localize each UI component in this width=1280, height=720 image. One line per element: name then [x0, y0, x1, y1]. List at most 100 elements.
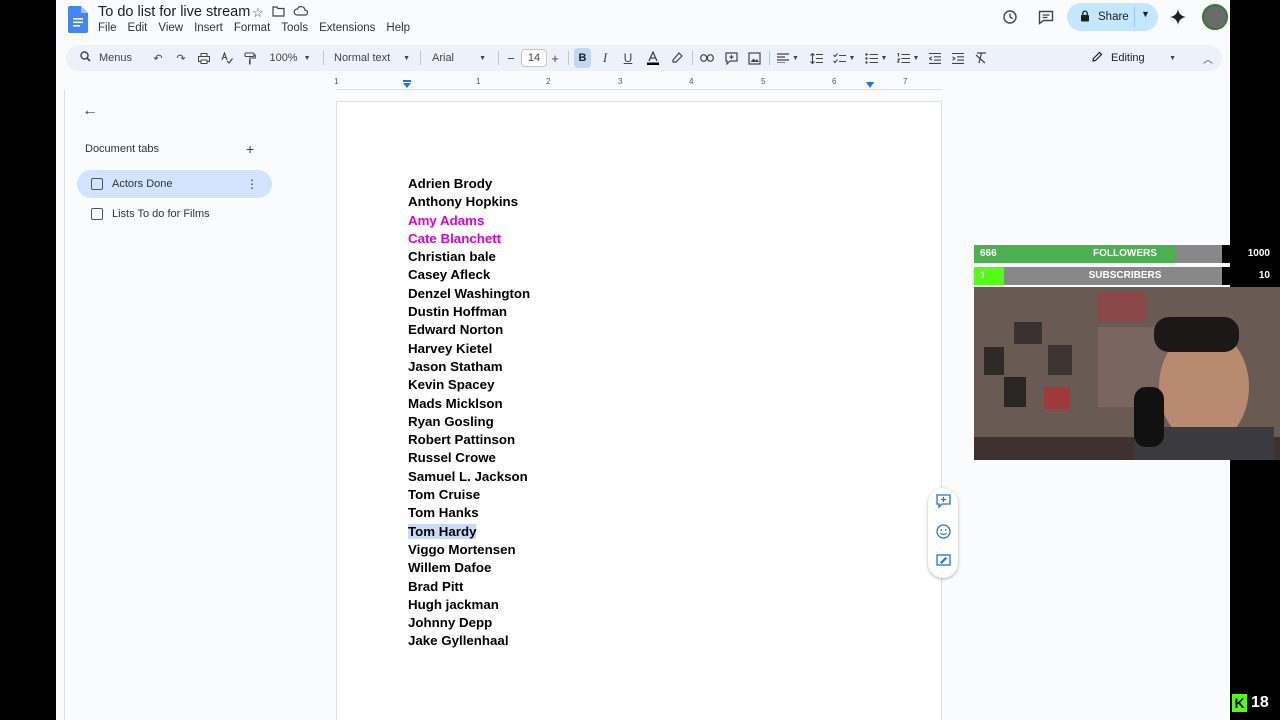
menu-tools[interactable]: Tools	[281, 22, 308, 34]
actor-list-item[interactable]: Anthony Hopkins	[408, 193, 530, 211]
menu-insert[interactable]: Insert	[194, 22, 223, 34]
numbered-list-menu[interactable]: ▼	[894, 45, 922, 71]
highlight-color-button[interactable]	[668, 45, 686, 71]
actor-name: Cate Blanchett	[408, 230, 502, 246]
menu-file[interactable]: File	[98, 22, 117, 34]
actor-list-item[interactable]: Dustin Hoffman	[408, 303, 530, 321]
actor-list-item[interactable]: Harvey Kietel	[408, 340, 530, 358]
actor-list-item[interactable]: Amy Adams	[408, 212, 530, 230]
emoji-reaction-icon[interactable]	[935, 524, 951, 540]
zoom-select[interactable]: 100% ▼	[264, 45, 316, 71]
spellcheck-icon[interactable]	[219, 45, 235, 71]
tab-actors-done[interactable]: Actors Done ⋮	[77, 170, 272, 198]
actor-list-item[interactable]: Casey Afleck	[408, 266, 530, 284]
actor-list-item[interactable]: Viggo Mortensen	[408, 541, 530, 559]
actor-name: Samuel L. Jackson	[408, 468, 528, 484]
bold-button[interactable]: B	[574, 48, 591, 68]
docs-logo-icon[interactable]	[68, 6, 88, 33]
decrease-font-size-button[interactable]: −	[504, 45, 518, 71]
redo-icon[interactable]: ↷	[173, 45, 189, 71]
share-button[interactable]: Share ▼	[1067, 3, 1158, 31]
print-icon[interactable]	[196, 45, 212, 71]
actor-list-item[interactable]: Kevin Spacey	[408, 376, 530, 394]
actor-list-item[interactable]: Tom Hanks	[408, 504, 530, 522]
menu-extensions[interactable]: Extensions	[319, 22, 375, 34]
actor-list-item[interactable]: Mads Micklson	[408, 395, 530, 413]
insert-image-icon[interactable]	[745, 45, 763, 71]
account-avatar[interactable]	[1202, 4, 1228, 30]
actor-name: Adrien Brody	[408, 176, 493, 191]
actor-list-item[interactable]: Jason Statham	[408, 358, 530, 376]
actor-list-item[interactable]: Tom Hardy	[408, 523, 530, 541]
align-menu[interactable]: ▼	[775, 45, 801, 71]
share-dropdown-icon[interactable]: ▼	[1141, 9, 1150, 19]
document-title[interactable]: To do list for live stream	[98, 4, 250, 20]
ruler-tick: 5	[761, 77, 766, 86]
star-icon[interactable]: ☆	[252, 5, 264, 21]
actor-list-item[interactable]: Christian bale	[408, 248, 530, 266]
menus-search[interactable]: Menus	[72, 45, 140, 71]
actor-name: Denzel Washington	[408, 285, 531, 301]
checklist-menu[interactable]: ▼	[830, 45, 858, 71]
back-arrow-icon[interactable]: ←	[82, 102, 98, 120]
actor-list-item[interactable]: Willem Dafoe	[408, 559, 530, 577]
actor-name: Harvey Kietel	[408, 340, 493, 356]
document-page[interactable]: Adrien Brody Anthony Hopkins Amy Adams Cate…	[336, 101, 942, 720]
menu-view[interactable]: View	[158, 22, 183, 34]
undo-icon[interactable]: ↶	[150, 45, 166, 71]
text-color-button[interactable]	[644, 45, 662, 71]
hide-menus-chevron-icon[interactable]: ︿	[1200, 45, 1216, 71]
actor-list-item[interactable]: Samuel L. Jackson	[408, 468, 530, 486]
vertical-ruler[interactable]	[56, 90, 65, 720]
actor-list-item[interactable]: Edward Norton	[408, 321, 530, 339]
bulleted-list-menu[interactable]: ▼	[862, 45, 890, 71]
increase-indent-icon[interactable]	[949, 45, 967, 71]
comments-icon[interactable]	[1036, 7, 1056, 27]
paint-format-icon[interactable]	[242, 45, 258, 71]
toolbar-divider	[498, 51, 499, 65]
actor-name: Anthony Hopkins	[408, 194, 519, 210]
actor-list-item[interactable]: Tom Cruise	[408, 486, 530, 504]
add-comment-icon[interactable]	[722, 45, 740, 71]
add-tab-icon[interactable]: +	[246, 141, 254, 157]
actor-list-item[interactable]: Robert Pattinson	[408, 431, 530, 449]
decrease-indent-icon[interactable]	[926, 45, 944, 71]
actor-name: Ryan Gosling	[408, 413, 494, 429]
actor-list-item[interactable]: Ryan Gosling	[408, 413, 530, 431]
actor-list-item[interactable]: Brad Pitt	[408, 578, 530, 596]
actor-list-item[interactable]: Denzel Washington	[408, 285, 530, 303]
menu-edit[interactable]: Edit	[128, 22, 148, 34]
suggest-edits-icon[interactable]	[935, 554, 951, 570]
menu-format[interactable]: Format	[234, 22, 270, 34]
move-folder-icon[interactable]	[272, 5, 285, 21]
left-indent-marker[interactable]	[402, 80, 412, 89]
actor-list-item[interactable]: Adrien Brody	[408, 175, 530, 193]
editing-mode-select[interactable]: Editing ▼	[1086, 45, 1182, 71]
menu-help[interactable]: Help	[386, 22, 410, 34]
actor-list: Adrien Brody Anthony Hopkins Amy Adams Cate…	[408, 175, 530, 651]
actor-name: Mads Micklson	[408, 395, 503, 411]
italic-button[interactable]: I	[597, 45, 613, 71]
tab-lists-to-do-for-films[interactable]: Lists To do for Films	[77, 200, 272, 228]
gemini-sparkle-icon[interactable]	[1168, 7, 1188, 27]
add-comment-icon[interactable]	[935, 494, 951, 510]
actor-list-item[interactable]: Jake Gyllenhaal	[408, 632, 530, 650]
pencil-icon	[1092, 51, 1103, 65]
paragraph-style-select[interactable]: Normal text ▼	[330, 45, 414, 71]
actor-list-item[interactable]: Johnny Depp	[408, 614, 530, 632]
font-family-select[interactable]: Arial ▼	[428, 45, 490, 71]
right-indent-marker[interactable]	[865, 82, 875, 89]
underline-button[interactable]: U	[620, 45, 636, 71]
actor-list-item[interactable]: Russel Crowe	[408, 449, 530, 467]
more-options-icon[interactable]: ⋮	[246, 177, 258, 191]
cloud-status-icon[interactable]	[293, 5, 308, 21]
increase-font-size-button[interactable]: +	[548, 45, 562, 71]
clear-formatting-icon[interactable]	[972, 45, 990, 71]
font-size-input[interactable]: 14	[521, 49, 547, 67]
line-spacing-icon[interactable]	[807, 45, 825, 71]
insert-link-icon[interactable]	[698, 45, 716, 71]
actor-list-item[interactable]: Cate Blanchett	[408, 230, 530, 248]
version-history-icon[interactable]	[1000, 7, 1020, 27]
horizontal-ruler[interactable]: 1 1 2 3 4 5 6 7	[334, 77, 942, 89]
actor-list-item[interactable]: Hugh jackman	[408, 596, 530, 614]
